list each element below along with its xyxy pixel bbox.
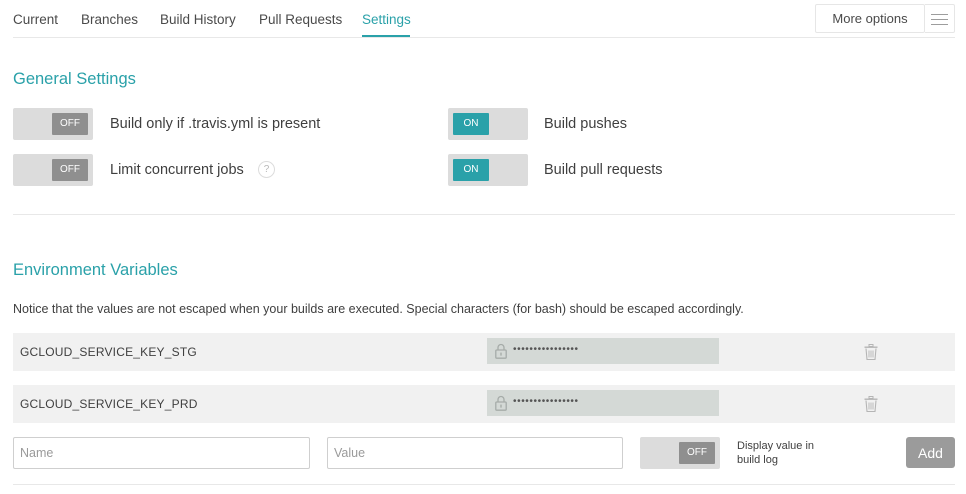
form-divider (13, 484, 955, 485)
toggle-knob: OFF (52, 113, 88, 135)
escape-notice: Notice that the values are not escaped w… (13, 302, 744, 316)
toggle-knob: OFF (679, 442, 715, 464)
general-settings-title: General Settings (13, 70, 136, 88)
tab-pull-requests[interactable]: Pull Requests (259, 12, 342, 27)
toggle-display-value-in-build-log[interactable]: OFF (640, 437, 720, 469)
masked-value: •••••••••••••••• (513, 344, 579, 355)
section-divider (13, 214, 955, 215)
lock-icon (495, 343, 507, 359)
env-var-value: •••••••••••••••• (487, 338, 719, 364)
help-icon[interactable]: ? (258, 161, 275, 178)
env-var-name: GCLOUD_SERVICE_KEY_STG (20, 345, 197, 359)
label-build-only-if-travis-yml: Build only if .travis.yml is present (110, 116, 321, 132)
env-var-name: GCLOUD_SERVICE_KEY_PRD (20, 397, 198, 411)
display-value-label: Display value in build log (737, 440, 815, 466)
label-build-pull-requests: Build pull requests (544, 162, 663, 178)
tab-branches[interactable]: Branches (81, 12, 138, 27)
env-var-value: •••••••••••••••• (487, 390, 719, 416)
more-options-button[interactable]: More options (815, 4, 925, 33)
hamburger-menu-button[interactable] (925, 4, 955, 33)
toggle-build-only-if-travis-yml[interactable]: OFF (13, 108, 93, 140)
nav-divider (13, 37, 955, 38)
hamburger-icon (931, 14, 948, 15)
trash-icon[interactable] (864, 396, 878, 412)
tab-build-history[interactable]: Build History (160, 12, 236, 27)
env-var-row: GCLOUD_SERVICE_KEY_STG •••••••••••••••• (13, 333, 955, 371)
label-build-pushes: Build pushes (544, 116, 628, 132)
environment-variables-title: Environment Variables (13, 261, 178, 279)
toggle-build-pull-requests[interactable]: ON (448, 154, 528, 186)
env-value-input[interactable] (327, 437, 623, 469)
env-var-row: GCLOUD_SERVICE_KEY_PRD •••••••••••••••• (13, 385, 955, 423)
lock-icon (495, 395, 507, 411)
toggle-build-pushes[interactable]: ON (448, 108, 528, 140)
toggle-knob: ON (453, 113, 489, 135)
masked-value: •••••••••••••••• (513, 396, 579, 407)
label-limit-concurrent-jobs: Limit concurrent jobs (110, 162, 244, 178)
trash-icon[interactable] (864, 344, 878, 360)
tab-settings[interactable]: Settings (362, 12, 411, 27)
toggle-knob: OFF (52, 159, 88, 181)
toggle-knob: ON (453, 159, 489, 181)
add-env-var-button[interactable]: Add (906, 437, 955, 468)
tab-current[interactable]: Current (13, 12, 58, 27)
toggle-limit-concurrent-jobs[interactable]: OFF (13, 154, 93, 186)
repo-nav: Current Branches Build History Pull Requ… (0, 0, 966, 39)
env-name-input[interactable] (13, 437, 310, 469)
